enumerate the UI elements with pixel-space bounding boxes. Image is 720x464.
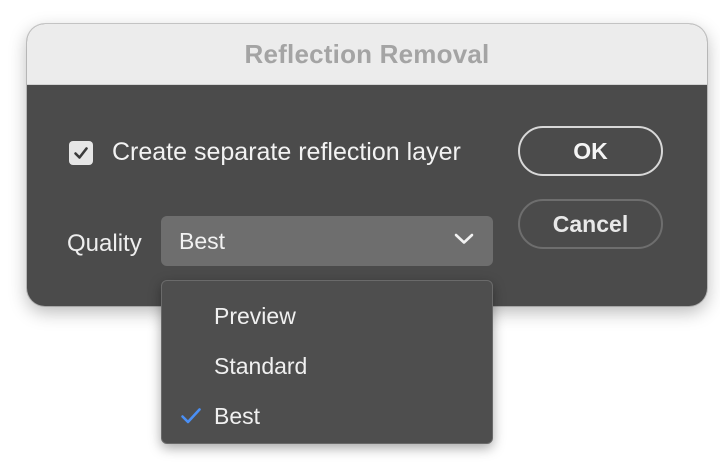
quality-label: Quality [67,230,142,257]
separate-layer-checkbox[interactable] [69,140,93,165]
stage: Reflection Removal Create separate refle… [0,0,720,464]
menu-item-label: Preview [214,302,296,329]
menu-item-label: Best [214,402,261,429]
dialog-titlebar: Reflection Removal [27,24,707,85]
menu-item-label: Standard [214,352,308,379]
cancel-button[interactable]: Cancel [518,199,663,249]
quality-select[interactable]: Best [161,216,493,266]
quality-option-best[interactable]: Best [162,391,492,441]
quality-option-standard[interactable]: Standard [162,341,492,391]
chevron-down-icon [454,233,474,244]
checkmark-icon [181,408,201,424]
quality-dropdown-menu: Preview Standard Best [161,280,493,444]
ok-button[interactable]: OK [518,126,663,176]
reflection-removal-dialog: Reflection Removal Create separate refle… [27,24,707,306]
dialog-title: Reflection Removal [244,38,490,69]
quality-option-preview[interactable]: Preview [162,291,492,341]
quality-selected-value: Best [179,227,226,254]
separate-layer-label: Create separate reflection layer [112,138,461,166]
checkmark-icon [74,146,88,159]
separate-layer-option[interactable]: Create separate reflection layer [69,138,461,167]
